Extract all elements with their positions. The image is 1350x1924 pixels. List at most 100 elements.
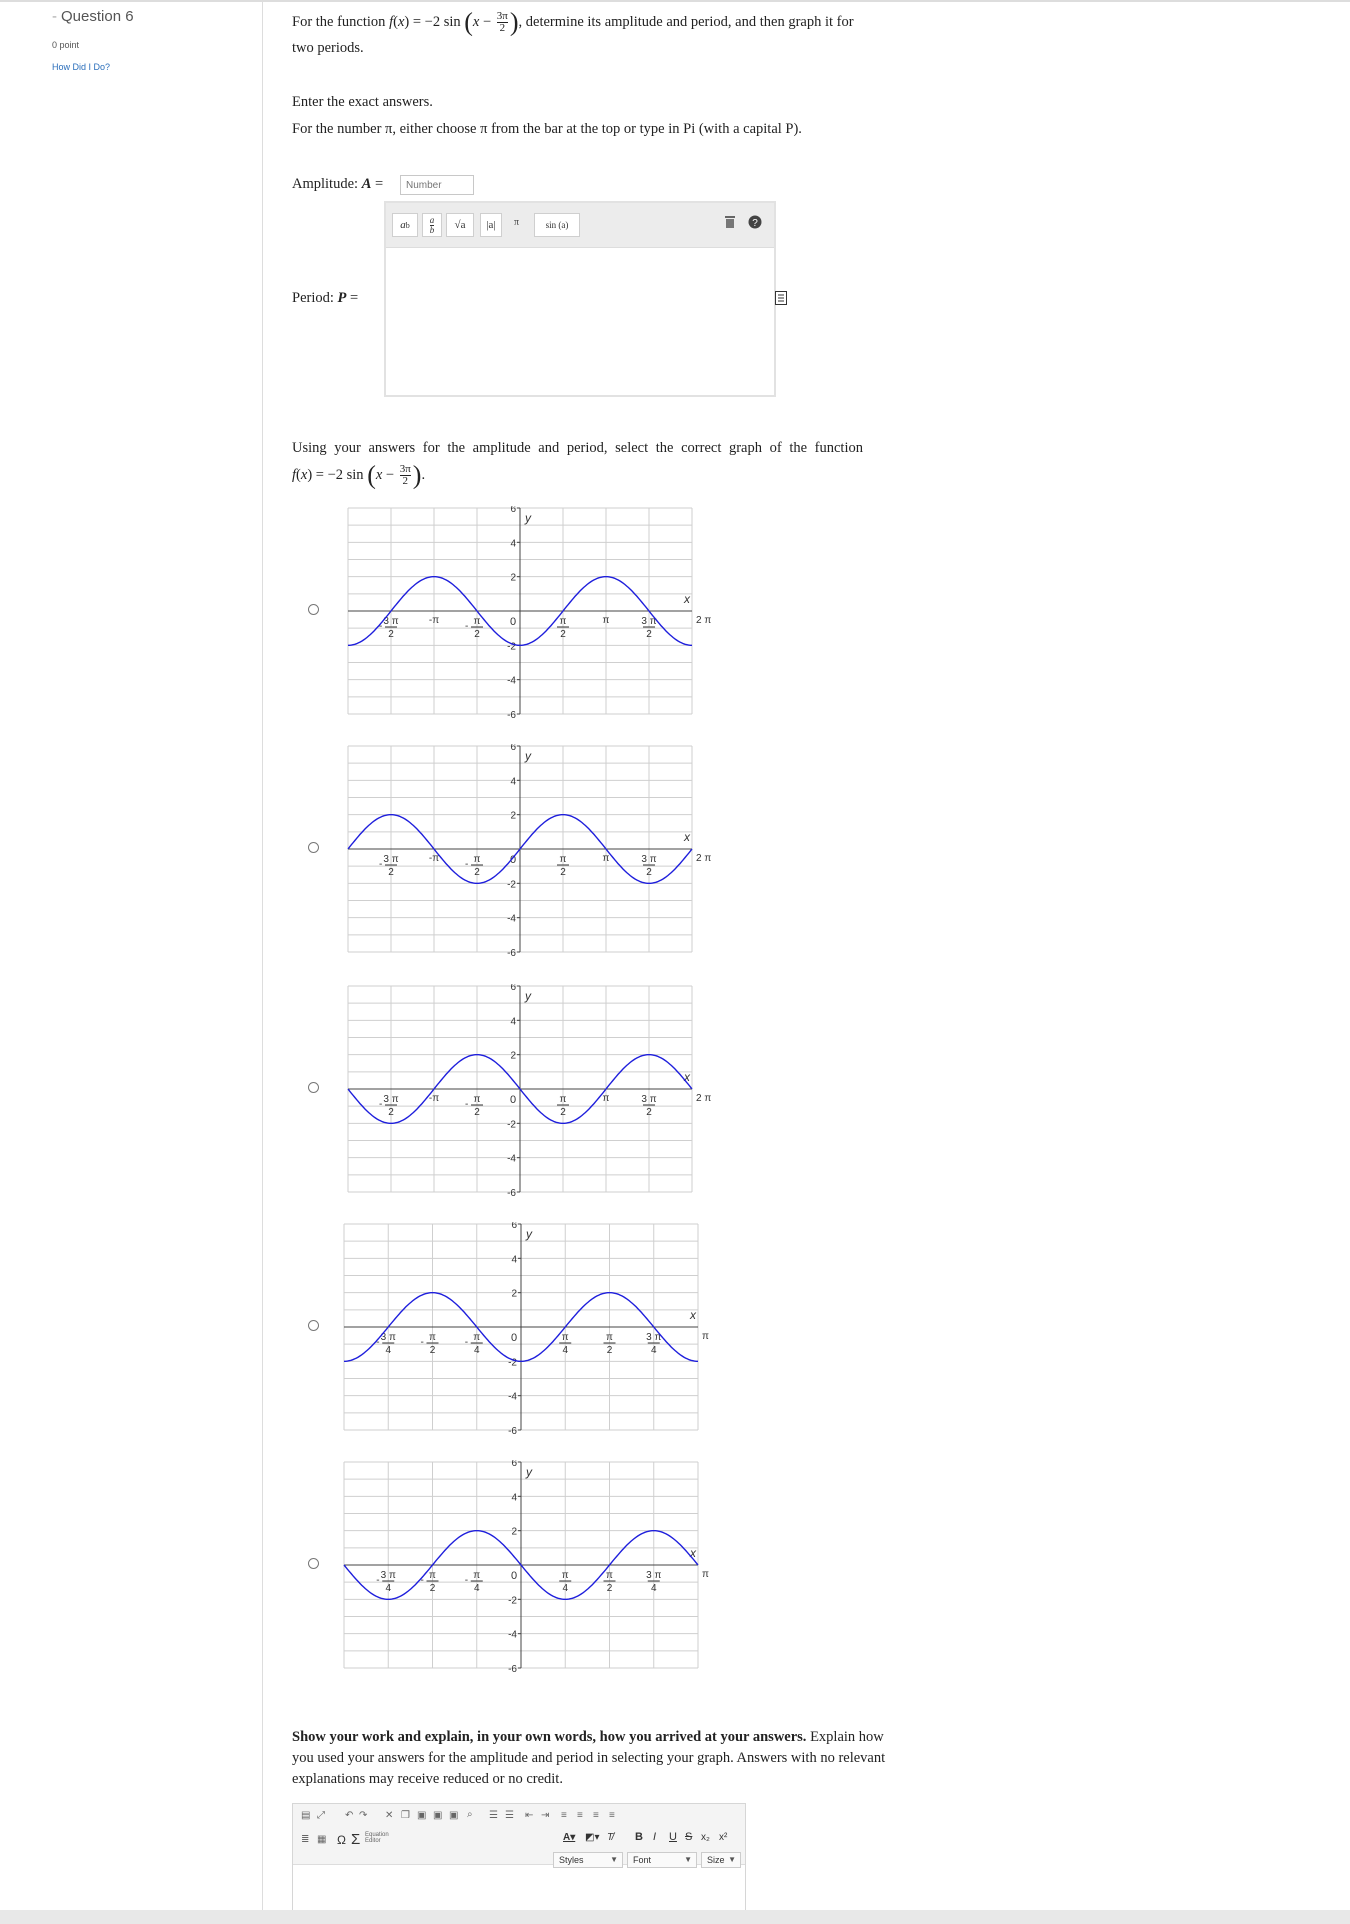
power-button[interactable]: ab [392, 213, 418, 237]
font-select[interactable]: Font ▼ [627, 1852, 697, 1868]
bullet-list-icon[interactable]: ☰ [505, 1810, 514, 1821]
svg-text:2: 2 [388, 629, 394, 640]
table-icon[interactable]: ▦ [317, 1834, 326, 1845]
fraction-button[interactable]: ab [422, 213, 442, 237]
text-color-icon[interactable]: A▾ [563, 1832, 575, 1843]
align-left-icon[interactable]: ≡ [561, 1810, 567, 1821]
how-did-i-do-link[interactable]: How Did I Do? [52, 62, 110, 72]
svg-text:2: 2 [388, 867, 394, 878]
superscript-icon[interactable]: x² [719, 1832, 727, 1843]
svg-text:2: 2 [560, 867, 566, 878]
strike-button[interactable]: S [685, 1831, 692, 1843]
y-tick-label: -6 [507, 1188, 516, 1199]
numbered-list-icon[interactable]: ☰ [489, 1810, 498, 1821]
redo-icon[interactable]: ↷ [359, 1810, 367, 1821]
find-icon[interactable]: ⌕ [467, 1809, 473, 1820]
svg-text:2: 2 [474, 867, 480, 878]
bold-button[interactable]: B [635, 1831, 643, 1843]
x-tick-label: π [603, 853, 610, 864]
italic-button[interactable]: I [653, 1831, 656, 1843]
size-select[interactable]: Size ▼ [701, 1852, 741, 1868]
y-axis-label: y [525, 1465, 533, 1479]
svg-text:-: - [376, 1575, 379, 1586]
svg-text:-: - [379, 1099, 382, 1110]
equation-icon[interactable]: Σ [351, 1831, 360, 1848]
x-axis-label: x [683, 830, 691, 844]
origin-label: 0 [510, 616, 516, 628]
y-tick-label: 4 [510, 1016, 516, 1027]
svg-text:2: 2 [474, 1107, 480, 1118]
graph-option-3: 642-2-4-6yx0-2 π-3 π2-π-π2π2π3 π22 π [326, 982, 720, 1205]
x-tick-label: π [702, 1569, 709, 1580]
graph-option-3-radio[interactable] [308, 1082, 319, 1093]
svg-text:3 π: 3 π [383, 1094, 398, 1105]
origin-label: 0 [511, 1570, 517, 1582]
source-icon[interactable]: ▤ [301, 1810, 310, 1821]
svg-text:2: 2 [560, 1107, 566, 1118]
underline-button[interactable]: U [669, 1831, 677, 1843]
graph-option-4: 642-2-4-6yx0-π-3 π4-π2-π4π4π23 π4π [331, 1220, 726, 1443]
y-tick-label: 4 [511, 1492, 517, 1503]
edit-notes-icon[interactable] [775, 291, 787, 305]
svg-text:2: 2 [474, 629, 480, 640]
explain-line-2: you used your answers for the amplitude … [292, 1750, 886, 1766]
horizontal-line-icon[interactable]: ≣ [301, 1834, 309, 1845]
subscript-icon[interactable]: x₂ [701, 1832, 710, 1843]
indent-icon[interactable]: ⇥ [541, 1810, 549, 1821]
svg-text:4: 4 [562, 1345, 568, 1356]
graph-option-1-radio[interactable] [308, 604, 319, 615]
sqrt-button[interactable]: √a [446, 213, 474, 237]
svg-text:π: π [473, 1332, 480, 1343]
graph-option-1: 642-2-4-6yx0-2 π-3 π2-π-π2π2π3 π22 π [326, 504, 720, 727]
graph-option-5-radio[interactable] [308, 1558, 319, 1569]
graph-function-expression: f(x) = −2 sin (x − 3π 2). [292, 460, 426, 490]
y-tick-label: -6 [507, 710, 516, 721]
x-tick-label: 2 π [696, 853, 711, 864]
paste-word-icon[interactable]: ▣ [449, 1810, 458, 1821]
prompt-line-2: two periods. [292, 40, 364, 56]
x-tick-label: 2 π [696, 1093, 711, 1104]
maximize-icon[interactable]: ⤢ [317, 1810, 325, 1821]
align-center-icon[interactable]: ≡ [577, 1810, 583, 1821]
abs-button[interactable]: |a| [480, 213, 502, 237]
equation-editor-label[interactable]: Equation Editor [365, 1832, 391, 1844]
paste-icon[interactable]: ▣ [417, 1810, 426, 1821]
trash-icon[interactable] [724, 215, 736, 232]
y-tick-label: -4 [507, 914, 516, 925]
graph-option-4-radio[interactable] [308, 1320, 319, 1331]
graph-option-4-plot: 642-2-4-6yx0-π-3 π4-π2-π4π4π23 π4π [331, 1220, 709, 1437]
svg-text:4: 4 [651, 1345, 657, 1356]
graph-option-2-radio[interactable] [308, 842, 319, 853]
explain-line-3: explanations may receive reduced or no c… [292, 1771, 563, 1787]
amplitude-input[interactable] [400, 175, 474, 195]
y-tick-label: -2 [508, 1595, 517, 1606]
remove-format-icon[interactable]: T̸ [607, 1832, 613, 1843]
origin-label: 0 [510, 1094, 516, 1106]
styles-select[interactable]: Styles ▼ [553, 1852, 623, 1868]
y-tick-label: 2 [510, 811, 516, 822]
special-char-icon[interactable]: Ω [337, 1833, 346, 1847]
bg-color-icon[interactable]: ◩▾ [585, 1832, 599, 1843]
pi-note: For the number π, either choose π from t… [292, 121, 802, 137]
cut-icon[interactable]: ✕ [385, 1810, 393, 1821]
function-expression: f(x) = −2 sin (x − 3π 2) [389, 7, 519, 37]
svg-text:π: π [429, 1332, 436, 1343]
pi-button[interactable]: π [514, 217, 519, 228]
period-math-editor[interactable]: ab ab √a |a| π sin (a) ? [384, 201, 776, 397]
svg-text:3 π: 3 π [383, 854, 398, 865]
sin-button[interactable]: sin (a) [534, 213, 580, 237]
explanation-editor[interactable]: ▤ ⤢ ↶ ↷ ✕ ❐ ▣ ▣ ▣ ⌕ ☰ ☰ ⇤ ⇥ ≡ ≡ ≡ ≡ ≣ ▦ … [292, 1803, 746, 1913]
justify-icon[interactable]: ≡ [609, 1810, 615, 1821]
svg-text:2: 2 [646, 867, 652, 878]
outdent-icon[interactable]: ⇤ [525, 1810, 533, 1821]
y-tick-label: -2 [507, 1119, 516, 1130]
x-tick-label: 2 π [696, 615, 711, 626]
y-tick-label: 2 [511, 1527, 517, 1538]
align-right-icon[interactable]: ≡ [593, 1810, 599, 1821]
paste-text-icon[interactable]: ▣ [433, 1810, 442, 1821]
help-icon[interactable]: ? [748, 215, 762, 232]
question-points: 0 point [52, 40, 80, 50]
copy-icon[interactable]: ❐ [401, 1810, 410, 1821]
undo-icon[interactable]: ↶ [345, 1810, 353, 1821]
svg-text:4: 4 [651, 1583, 657, 1594]
